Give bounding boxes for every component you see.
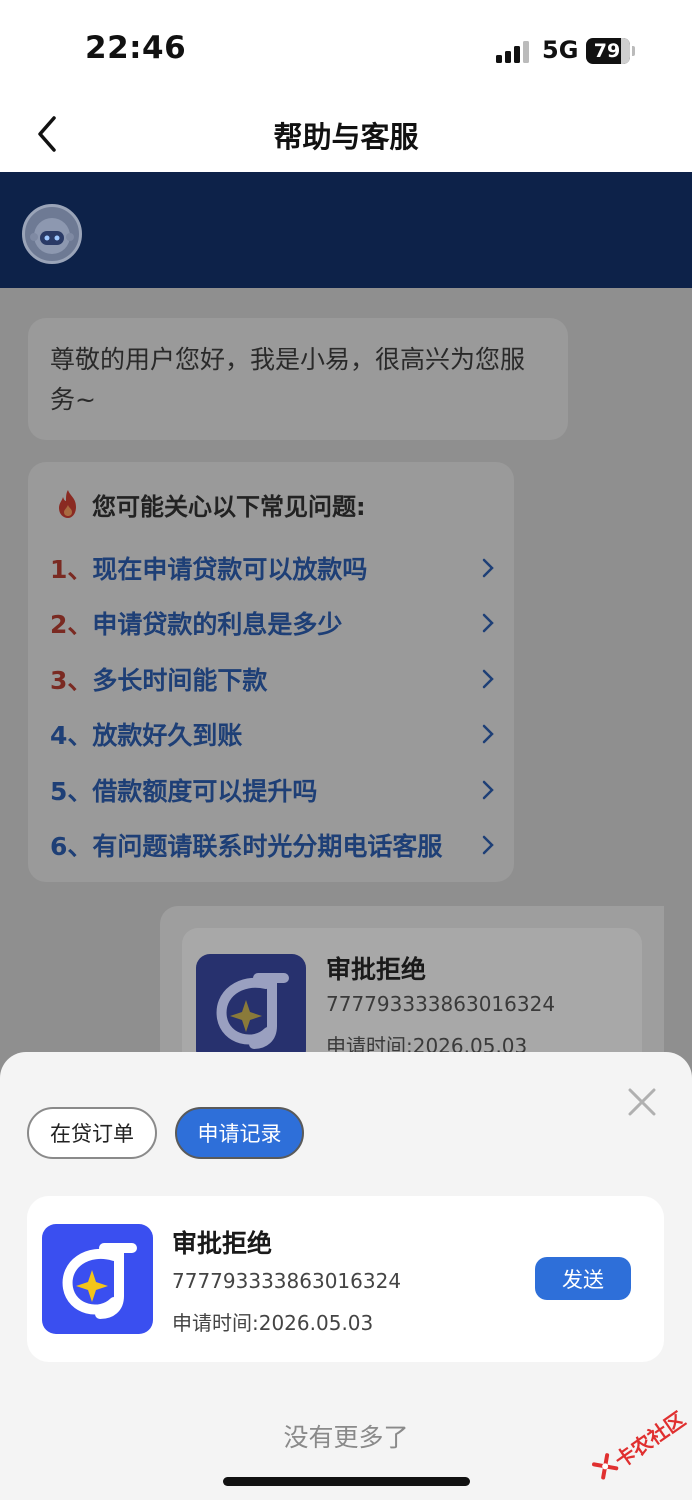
faq-card: 您可能关心以下常见问题: 1、现在申请贷款可以放款吗 2、申请贷款的利息是多少 … — [28, 462, 514, 882]
cellular-signal-icon — [496, 41, 532, 63]
fire-icon — [59, 490, 76, 518]
chevron-right-icon — [482, 614, 494, 633]
network-type: 5G — [542, 36, 579, 64]
order-picker-sheet: 在贷订单 申请记录 审批拒绝 777793333863016324 申请时间:2… — [0, 1052, 692, 1500]
chevron-right-icon — [482, 780, 494, 799]
faq-item[interactable]: 3、多长时间能下款 — [50, 651, 496, 707]
faq-list: 1、现在申请贷款可以放款吗 2、申请贷款的利息是多少 3、多长时间能下款 4、放… — [50, 540, 496, 873]
bot-avatar — [22, 204, 82, 264]
faq-item[interactable]: 4、放款好久到账 — [50, 707, 496, 763]
chat-header-band — [0, 172, 692, 288]
greeting-message: 尊敬的用户您好，我是小易，很高兴为您服务~ — [28, 318, 568, 440]
faq-item[interactable]: 5、借款额度可以提升吗 — [50, 762, 496, 818]
send-button[interactable]: 发送 — [535, 1257, 631, 1300]
robot-avatar-icon — [30, 218, 74, 254]
tab-current-loans[interactable]: 在贷订单 — [27, 1107, 157, 1159]
faq-item[interactable]: 2、申请贷款的利息是多少 — [50, 596, 496, 652]
sent-order-id: 777793333863016324 — [326, 992, 556, 1016]
page-title: 帮助与客服 — [273, 120, 419, 154]
faq-title: 您可能关心以下常见问题: — [92, 492, 366, 521]
tab-application-records[interactable]: 申请记录 — [175, 1107, 304, 1159]
application-record-card[interactable]: 审批拒绝 777793333863016324 申请时间:2026.05.03 … — [27, 1196, 664, 1362]
close-icon — [628, 1088, 656, 1116]
record-time: 申请时间:2026.05.03 — [172, 1311, 374, 1335]
chevron-right-icon — [482, 725, 494, 744]
faq-item[interactable]: 1、现在申请贷款可以放款吗 — [50, 540, 496, 596]
home-indicator[interactable] — [223, 1477, 470, 1486]
chevron-right-icon — [482, 836, 494, 855]
chevron-right-icon — [482, 558, 494, 577]
status-time: 22:46 — [85, 30, 187, 66]
app-logo-icon — [196, 954, 306, 1064]
sent-order-status: 审批拒绝 — [326, 955, 427, 984]
record-status: 审批拒绝 — [172, 1229, 273, 1258]
close-button[interactable] — [622, 1082, 662, 1122]
nav-bar: 帮助与客服 — [0, 100, 692, 172]
faq-item[interactable]: 6、有问题请联系时光分期电话客服 — [50, 818, 496, 874]
app-logo-icon — [42, 1224, 153, 1334]
record-id: 777793333863016324 — [172, 1269, 402, 1293]
battery-level: 79 — [593, 40, 621, 62]
chevron-right-icon — [482, 669, 494, 688]
faq-header: 您可能关心以下常见问题: — [54, 486, 366, 522]
status-bar: 22:46 5G 79 — [0, 0, 692, 100]
